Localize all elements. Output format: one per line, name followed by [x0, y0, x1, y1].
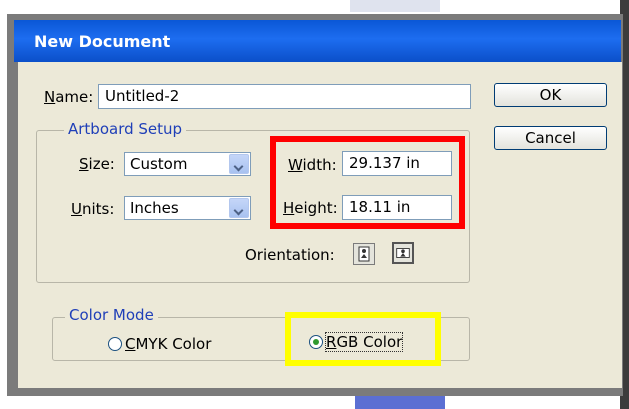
- name-label-rest: ame:: [55, 88, 94, 106]
- artboard-setup-legend: Artboard Setup: [64, 120, 187, 138]
- dialog-title: New Document: [34, 32, 171, 51]
- units-dropdown[interactable]: Inches: [124, 196, 251, 220]
- portrait-orientation-icon[interactable]: [353, 243, 375, 265]
- height-input[interactable]: 18.11 in: [342, 195, 452, 220]
- height-label: Height:: [283, 199, 338, 217]
- color-mode-legend: Color Mode: [65, 306, 158, 324]
- chevron-down-icon[interactable]: [229, 198, 249, 218]
- cancel-button[interactable]: Cancel: [494, 126, 607, 150]
- width-input[interactable]: 29.137 in: [342, 151, 452, 176]
- units-label: Units:: [71, 200, 115, 218]
- units-value: Inches: [130, 199, 179, 217]
- rgb-radio[interactable]: [309, 335, 323, 349]
- cmyk-radio[interactable]: [108, 337, 122, 351]
- landscape-orientation-icon[interactable]: [392, 242, 414, 264]
- orientation-label: Orientation:: [245, 246, 335, 264]
- background-strip: [350, 0, 440, 12]
- name-label: Name:: [44, 88, 94, 106]
- ok-button[interactable]: OK: [494, 83, 607, 107]
- chevron-down-icon[interactable]: [229, 154, 249, 174]
- size-dropdown[interactable]: Custom: [124, 152, 251, 176]
- size-label: Size:: [79, 155, 115, 173]
- name-input[interactable]: Untitled-2: [98, 84, 471, 109]
- cmyk-label[interactable]: CMYK Color: [125, 335, 211, 353]
- width-label: Width:: [288, 156, 337, 174]
- size-value: Custom: [130, 155, 188, 173]
- rgb-label[interactable]: RGB Color: [324, 332, 404, 352]
